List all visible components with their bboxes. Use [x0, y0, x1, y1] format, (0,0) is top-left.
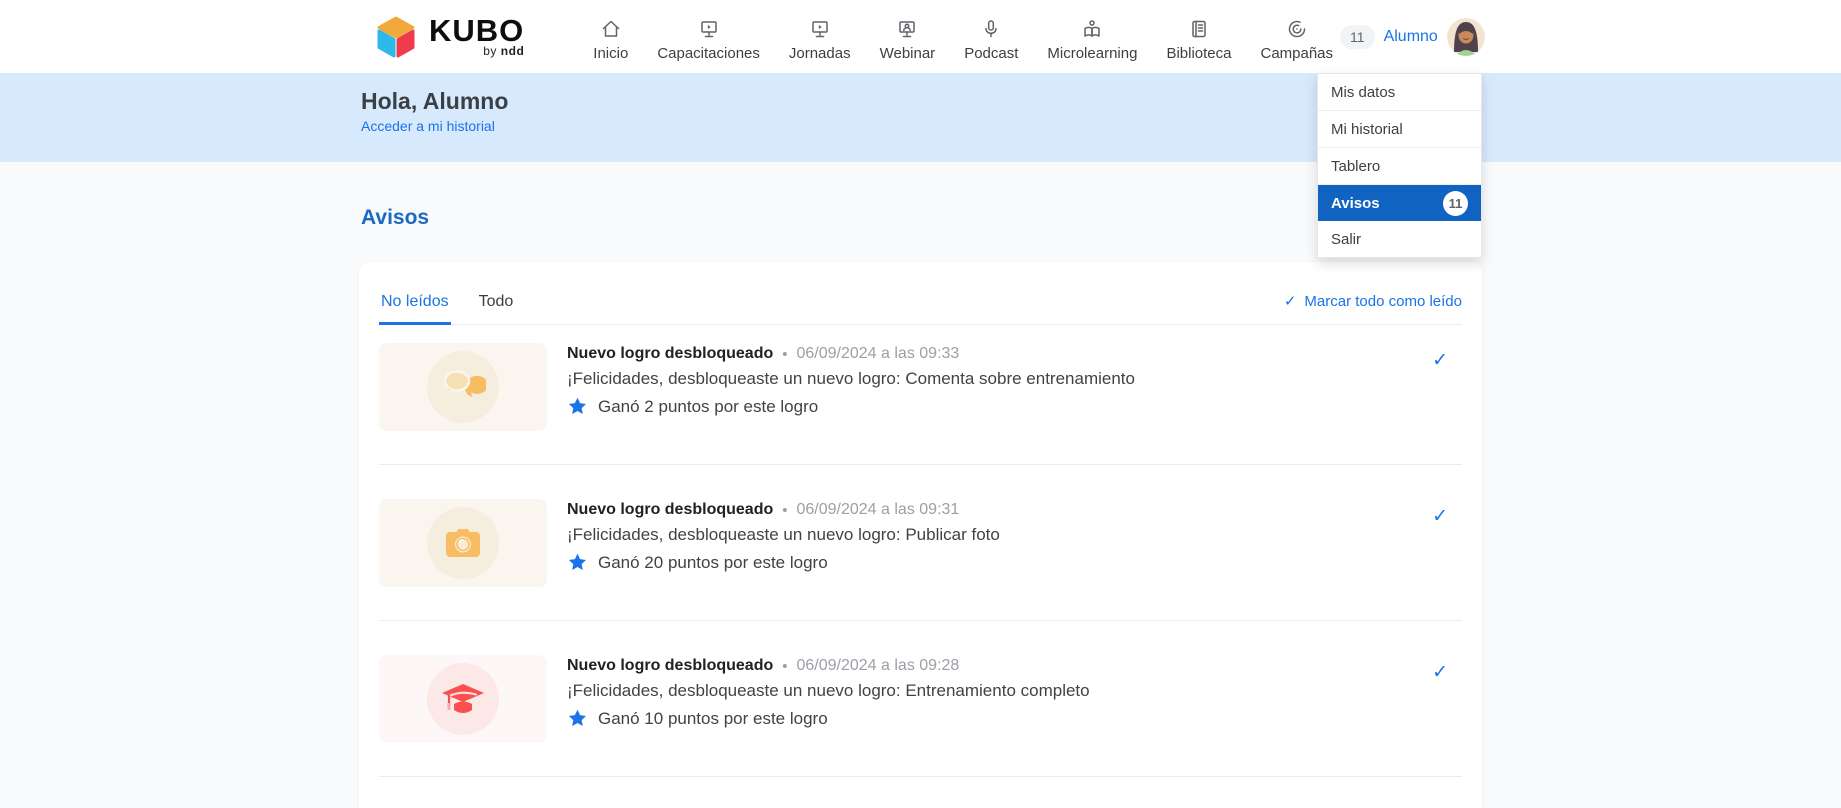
page: { "header": { "logo": { "brand": "KUBO",… — [0, 0, 1841, 808]
nav-item-webinar[interactable]: Webinar — [873, 12, 943, 62]
history-link[interactable]: Acceder a mi historial — [361, 118, 495, 134]
points-text: Ganó 2 puntos por este logro — [598, 396, 819, 416]
main-nav: Inicio Capacitaciones Jornadas Webinar P… — [586, 12, 1340, 62]
avisos-count-badge: 11 — [1443, 190, 1468, 216]
camera-icon — [427, 507, 499, 579]
tabs-row: No leídos Todo ✓ Marcar todo como leído — [379, 262, 1462, 325]
menu-item-label: Mis datos — [1331, 83, 1396, 101]
notifications-card: No leídos Todo ✓ Marcar todo como leído — [359, 262, 1482, 808]
nav-label: Webinar — [879, 44, 936, 62]
user-dropdown-menu: Mis datos Mi historial Tablero Avisos 11… — [1317, 73, 1482, 258]
nav-item-inicio[interactable]: Inicio — [586, 12, 635, 62]
menu-item-tablero[interactable]: Tablero — [1318, 148, 1481, 185]
mark-all-read-button[interactable]: ✓ Marcar todo como leído — [1284, 292, 1462, 324]
top-nav-bar: KUBO by ndd Inicio Capacitaciones Jornad… — [0, 0, 1841, 73]
tab-todo[interactable]: Todo — [477, 293, 516, 324]
page-title: Avisos — [361, 206, 430, 229]
chat-bubbles-icon — [427, 351, 499, 423]
notification-body: Nuevo logro desbloqueado • 06/09/2024 a … — [567, 501, 1422, 573]
mark-read-button[interactable]: ✓ — [1432, 505, 1448, 528]
nav-item-podcast[interactable]: Podcast — [957, 12, 1025, 62]
menu-item-mis-datos[interactable]: Mis datos — [1318, 74, 1481, 111]
notification-item: Nuevo logro desbloqueado • 06/09/2024 a … — [379, 621, 1462, 777]
star-icon — [567, 552, 588, 573]
kubo-logo[interactable]: KUBO by ndd — [373, 14, 524, 60]
nav-label: Microlearning — [1047, 44, 1138, 62]
dot-separator: • — [782, 657, 788, 675]
notification-date: 06/09/2024 a las 09:33 — [796, 345, 960, 362]
notification-message: ¡Felicidades, desbloqueaste un nuevo log… — [567, 369, 1135, 388]
user-menu-trigger[interactable]: Alumno — [1384, 28, 1438, 46]
notification-count-badge: 11 — [1340, 24, 1375, 49]
check-icon: ✓ — [1283, 293, 1297, 310]
mark-read-button[interactable]: ✓ — [1432, 349, 1448, 372]
notification-message: ¡Felicidades, desbloqueaste un nuevo log… — [567, 681, 1090, 700]
notification-thumbnail — [379, 655, 547, 743]
notification-message: ¡Felicidades, desbloqueaste un nuevo log… — [567, 525, 1000, 544]
nav-label: Capacitaciones — [657, 44, 760, 62]
dot-separator: • — [782, 501, 788, 519]
notification-date: 06/09/2024 a las 09:28 — [796, 657, 960, 674]
greeting-heading: Hola, Alumno — [361, 88, 509, 114]
mark-read-button[interactable]: ✓ — [1432, 661, 1448, 684]
monitor-play-icon — [698, 18, 720, 41]
nav-item-microlearning[interactable]: Microlearning — [1040, 12, 1144, 62]
star-icon — [567, 708, 588, 729]
main-content: Avisos No leídos Todo ✓ Marcar todo como… — [0, 162, 1841, 808]
menu-item-label: Salir — [1331, 230, 1362, 248]
nav-label: Campañas — [1260, 44, 1334, 62]
points-text: Ganó 10 puntos por este logro — [598, 708, 828, 728]
notification-thumbnail — [379, 343, 547, 431]
menu-item-label: Tablero — [1331, 157, 1381, 175]
person-reading-icon — [1081, 18, 1103, 41]
home-icon — [600, 18, 622, 41]
target-spiral-icon — [1286, 18, 1308, 41]
menu-item-label: Avisos — [1331, 194, 1380, 212]
user-area: 11 Alumno — [1340, 17, 1485, 56]
nav-item-campanas[interactable]: Campañas — [1253, 12, 1340, 62]
tab-no-leidos[interactable]: No leídos — [379, 293, 451, 325]
points-text: Ganó 20 puntos por este logro — [598, 552, 828, 572]
nav-label: Podcast — [964, 44, 1019, 62]
nav-label: Inicio — [593, 44, 629, 62]
nav-item-capacitaciones[interactable]: Capacitaciones — [650, 12, 767, 62]
star-icon — [567, 396, 588, 417]
notification-body: Nuevo logro desbloqueado • 06/09/2024 a … — [567, 345, 1422, 417]
webinar-presenter-icon — [896, 18, 918, 41]
notification-body: Nuevo logro desbloqueado • 06/09/2024 a … — [567, 657, 1422, 729]
notification-title: Nuevo logro desbloqueado — [567, 501, 774, 518]
menu-item-mi-historial[interactable]: Mi historial — [1318, 111, 1481, 148]
notification-item: Nuevo logro desbloqueado • 06/09/2024 a … — [379, 343, 1462, 465]
brand-name: KUBO — [429, 13, 525, 48]
nav-label: Jornadas — [788, 44, 851, 62]
nav-item-jornadas[interactable]: Jornadas — [782, 12, 858, 62]
avatar[interactable] — [1446, 17, 1485, 56]
notification-item: Nuevo logro desbloqueado • 06/09/2024 a … — [379, 465, 1462, 621]
kubo-cube-icon — [373, 14, 419, 60]
book-icon — [1188, 18, 1210, 41]
microphone-icon — [980, 18, 1002, 41]
nav-item-biblioteca[interactable]: Biblioteca — [1159, 12, 1238, 62]
menu-item-label: Mi historial — [1331, 120, 1403, 138]
graduation-cap-icon — [427, 663, 499, 735]
dot-separator: • — [782, 345, 788, 363]
notification-thumbnail — [379, 499, 547, 587]
monitor-play-icon — [809, 18, 831, 41]
menu-item-avisos[interactable]: Avisos 11 — [1318, 185, 1481, 221]
notification-title: Nuevo logro desbloqueado — [567, 345, 774, 362]
notification-date: 06/09/2024 a las 09:31 — [796, 501, 960, 518]
welcome-banner: Hola, Alumno Acceder a mi historial — [0, 73, 1841, 162]
notification-title: Nuevo logro desbloqueado — [567, 657, 774, 674]
mark-all-read-label: Marcar todo como leído — [1304, 292, 1462, 310]
menu-item-salir[interactable]: Salir — [1318, 221, 1481, 257]
nav-label: Biblioteca — [1166, 44, 1232, 62]
